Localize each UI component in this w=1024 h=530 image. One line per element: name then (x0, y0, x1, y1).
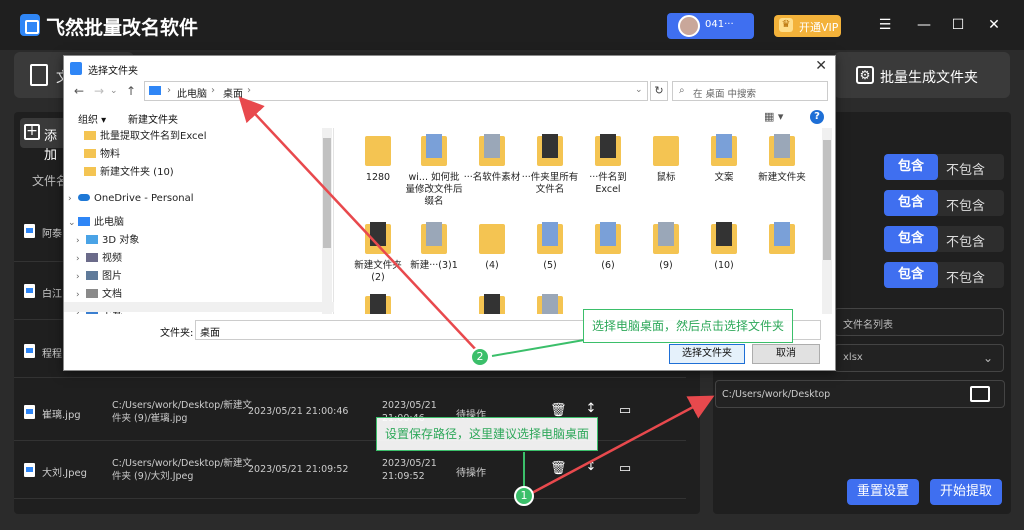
annotation-step2-number: 2 (470, 347, 490, 367)
annotation-step2: 选择电脑桌面，然后点击选择文件夹 (583, 309, 794, 343)
arrow-to-address-bar (238, 96, 479, 353)
annotation-step1-number: 1 (514, 486, 534, 506)
annotation-step1: 设置保存路径，这里建议选择电脑桌面 (376, 417, 599, 451)
leader-step2 (491, 339, 585, 357)
